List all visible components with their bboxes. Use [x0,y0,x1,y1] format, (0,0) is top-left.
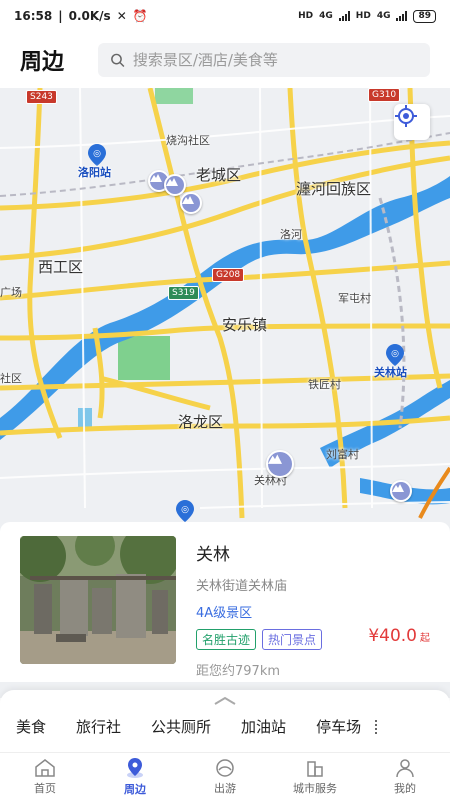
map-label-shaogou: 烧沟社区 [166,134,210,147]
road-tag-s243: S243 [26,90,57,104]
category-food[interactable]: 美食 [16,716,46,737]
tab-nearby-label: 周边 [124,782,146,796]
category-toilet[interactable]: 公共厕所 [151,716,211,737]
scenic-card[interactable]: 关林 关林街道关林庙 4A级景区 名胜古迹 热门景点 距您约797km ¥40.… [0,522,450,682]
status-net-speed-value: 0.0K/s [68,9,111,23]
alarm-icon: ⏰ [132,9,148,23]
scenic-poi-icon[interactable] [390,480,412,502]
map-label-chanhe: 瀍河回族区 [296,180,372,198]
price-value: ¥40.0 [368,626,417,646]
scenic-distance: 距您约797km [196,664,281,679]
tab-nearby[interactable]: 周边 [90,753,180,800]
tab-home[interactable]: 首页 [0,753,90,800]
network-4g-icon: 4G [376,11,391,21]
tag-historic: 名胜古迹 [196,629,257,650]
hd-icon: HD [355,11,371,21]
tab-city-service[interactable]: 城市服务 [270,753,360,800]
sheet-handle-icon[interactable] [213,696,237,706]
map-label-luolong: 洛龙区 [178,413,224,431]
tab-travel-label: 出游 [214,781,236,795]
tab-mine[interactable]: 我的 [360,753,450,800]
category-gas-station[interactable]: 加油站 [241,716,286,737]
search-bar[interactable] [98,43,430,77]
scenic-name: 关林 [196,545,230,565]
station-guanlin-label: 关林站 [374,366,407,379]
city-icon [307,760,323,777]
tab-bar: 首页 周边 出游 城市服务 我的 [0,752,450,800]
scenic-photo [20,536,176,664]
scenic-poi-icon[interactable] [266,450,294,478]
travel-icon [216,758,234,777]
svg-text:◎: ◎ [181,505,189,515]
mute-icon: ✕ [116,9,127,23]
category-more-icon[interactable] [375,719,378,734]
status-time: 16:58 [14,9,53,23]
map-label-xigong: 西工区 [38,258,84,276]
map-label-juntun: 军屯村 [338,292,371,305]
scenic-address: 关林街道关林庙 [196,579,288,594]
status-bar: 16:58 | 0.0K/s ✕ ⏰ HD 4G HD 4G 89 [0,0,450,32]
signal-icon [396,11,408,21]
search-icon [111,53,125,68]
map-label-tiejiang: 铁匠村 [308,378,341,391]
station-icon[interactable]: ◎ [176,500,194,522]
station-luoyang-label: 洛阳站 [78,166,111,179]
map-label-laocheng: 老城区 [196,166,242,184]
battery-icon: 89 [413,9,436,23]
category-parking[interactable]: 停车场 [316,716,361,737]
map-label-chang: 广场 [0,286,22,299]
scenic-poi-icon[interactable] [164,174,186,196]
header: 周边 [0,32,450,88]
category-list: 美食 旅行社 公共厕所 加油站 停车场 [0,716,450,737]
category-travel-agency[interactable]: 旅行社 [76,716,121,737]
map-label-anle: 安乐镇 [222,316,268,334]
category-sheet: 美食 旅行社 公共厕所 加油站 停车场 [0,690,450,752]
map-label-luohe: 洛河 [280,228,302,241]
station-guanlin-icon[interactable]: ◎ [386,344,404,366]
road-tag-g310: G310 [368,88,401,102]
signal-icon [338,11,350,21]
map-label-she: 社区 [0,372,22,385]
scenic-card-body: 关林 关林街道关林庙 4A级景区 名胜古迹 热门景点 距您约797km ¥40.… [196,536,430,679]
svg-text:◎: ◎ [93,149,101,159]
scenic-price: ¥40.0 起 [368,626,430,646]
network-4g-icon: 4G [319,11,333,21]
search-input[interactable] [132,51,418,69]
user-icon [396,758,414,777]
price-suffix: 起 [420,633,430,644]
tab-mine-label: 我的 [394,781,416,795]
scenic-level: 4A级景区 [196,606,253,621]
road-tag-s319: S319 [168,286,199,300]
home-icon [35,758,55,777]
locate-icon [395,105,417,127]
road-tag-g208: G208 [212,268,245,282]
tab-city-service-label: 城市服务 [293,781,337,795]
tab-travel[interactable]: 出游 [180,753,270,800]
locate-button[interactable] [394,104,430,140]
svg-text:◎: ◎ [391,349,399,359]
location-pin-icon [127,757,143,778]
hd-icon: HD [298,11,314,21]
status-net-speed: | [58,9,63,23]
station-luoyang-icon[interactable]: ◎ [88,144,106,166]
page-title: 周边 [20,50,65,75]
tab-home-label: 首页 [34,781,56,795]
tag-popular: 热门景点 [262,629,323,650]
map-label-liufu: 刘富村 [326,448,359,461]
scenic-poi-icon[interactable] [180,192,202,214]
